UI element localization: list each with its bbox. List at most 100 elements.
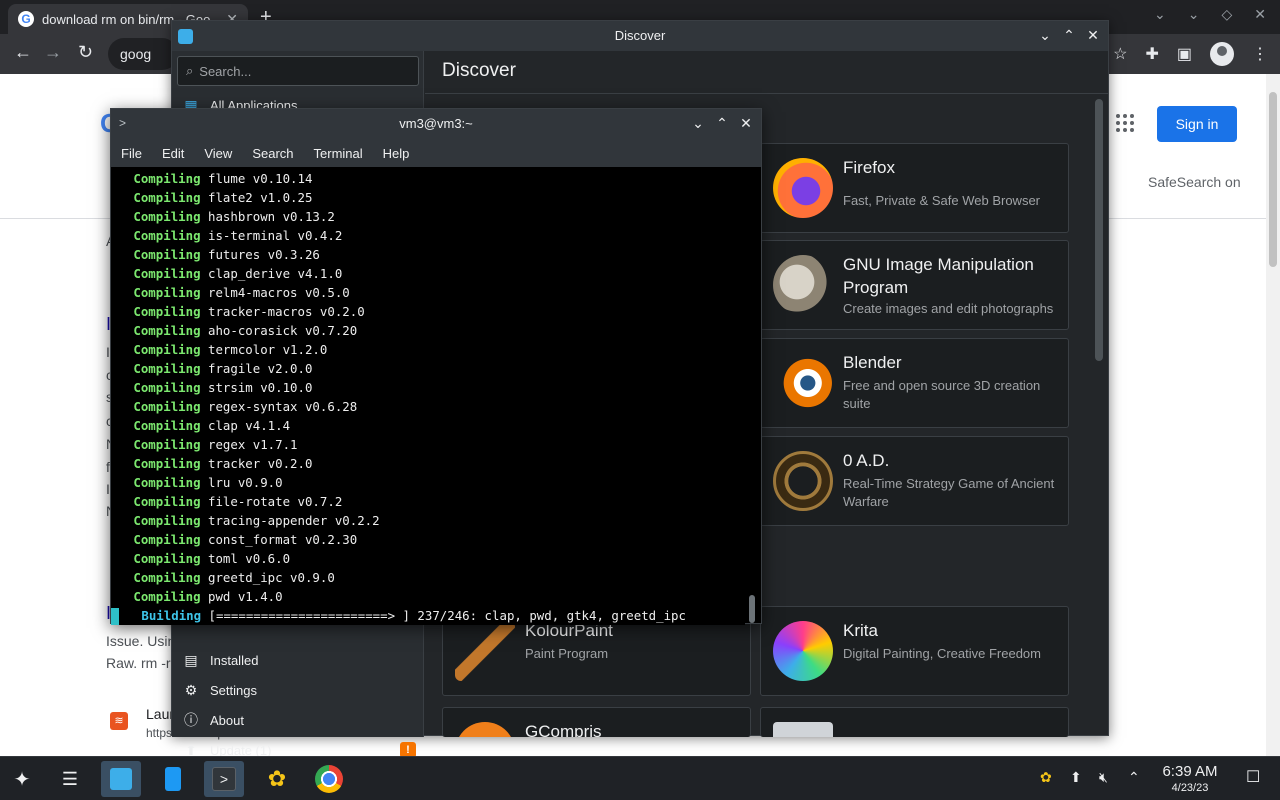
maximize-icon[interactable]: ⌃ bbox=[715, 115, 729, 132]
tray-expand-icon[interactable]: ⌃ bbox=[1128, 769, 1140, 786]
page-scrollbar[interactable] bbox=[1266, 74, 1280, 756]
crate-name: is-terminal v0.4.2 bbox=[208, 228, 343, 243]
google-apps-icon[interactable] bbox=[1116, 114, 1134, 132]
address-text: goog bbox=[120, 46, 152, 62]
app-launcher-button[interactable]: ✦ bbox=[2, 761, 42, 797]
compile-keyword: Compiling bbox=[133, 437, 201, 452]
crate-name: pwd v1.4.0 bbox=[208, 589, 283, 604]
app-card-blender[interactable]: Blender Free and open source 3D creation… bbox=[760, 338, 1069, 428]
header-divider bbox=[425, 93, 1109, 94]
profile-avatar[interactable] bbox=[1210, 42, 1234, 66]
page-scrollbar-thumb[interactable] bbox=[1269, 92, 1277, 267]
terminal-scrollbar[interactable] bbox=[749, 167, 757, 625]
app-card-krita[interactable]: Krita Digital Painting, Creative Freedom bbox=[760, 606, 1069, 696]
app-card-gcompris[interactable]: GCompris bbox=[442, 707, 751, 737]
terminal-line: Compiling const_format v0.2.30 bbox=[111, 530, 745, 549]
sidebar-item-settings[interactable]: ⚙ Settings bbox=[172, 675, 424, 705]
show-desktop-icon[interactable]: ☐ bbox=[1246, 767, 1260, 787]
terminal-menubar: File Edit View Search Terminal Help bbox=[111, 139, 761, 167]
maximize-icon[interactable]: ⌃ bbox=[1062, 27, 1076, 44]
crate-name: futures v0.3.26 bbox=[208, 247, 320, 262]
compile-keyword: Compiling bbox=[133, 532, 201, 547]
terminal-line: Compiling toml v0.6.0 bbox=[111, 549, 745, 568]
taskbar-dolphin[interactable] bbox=[153, 761, 193, 797]
sign-in-button[interactable]: Sign in bbox=[1157, 106, 1237, 142]
compile-keyword: Compiling bbox=[133, 228, 201, 243]
app-name: Blender bbox=[843, 353, 902, 372]
installed-icon: ▤ bbox=[184, 651, 198, 668]
compile-keyword: Compiling bbox=[133, 418, 201, 433]
more-menu-icon[interactable]: ⋮ bbox=[1252, 44, 1268, 64]
menu-help[interactable]: Help bbox=[383, 146, 410, 161]
menu-file[interactable]: File bbox=[121, 146, 142, 161]
discover-search-input[interactable]: ⌕ Search... bbox=[177, 56, 419, 86]
app-card-firefox[interactable]: Firefox Fast, Private & Safe Web Browser bbox=[760, 143, 1069, 233]
menu-search[interactable]: Search bbox=[252, 146, 293, 161]
taskbar-discover[interactable] bbox=[101, 761, 141, 797]
app-card-0ad[interactable]: 0 A.D. Real-Time Strategy Game of Ancien… bbox=[760, 436, 1069, 526]
bookmark-star-icon[interactable]: ☆ bbox=[1113, 44, 1127, 64]
terminal-line: Compiling tracker v0.2.0 bbox=[111, 454, 745, 473]
app-card-gimp[interactable]: GNU Image Manipulation Program Create im… bbox=[760, 240, 1069, 330]
clock-date[interactable]: 4/23/23 bbox=[1150, 782, 1230, 794]
app-icon bbox=[773, 722, 833, 737]
close-icon[interactable]: ✕ bbox=[739, 115, 753, 132]
crate-name: flate2 v1.0.25 bbox=[208, 190, 313, 205]
terminal-line: Compiling termcolor v1.2.0 bbox=[111, 340, 745, 359]
terminal-icon: > bbox=[212, 767, 236, 791]
taskbar-app[interactable]: ✿ bbox=[257, 761, 297, 797]
discover-scrollbar[interactable] bbox=[1095, 99, 1103, 733]
close-icon[interactable]: ✕ bbox=[1086, 27, 1100, 44]
terminal-line: Compiling greetd_ipc v0.9.0 bbox=[111, 568, 745, 587]
address-bar[interactable]: goog bbox=[108, 38, 178, 70]
compile-keyword: Compiling bbox=[133, 361, 201, 376]
clock-time[interactable]: 6:39 AM bbox=[1150, 763, 1230, 780]
close-window-icon[interactable]: ✕ bbox=[1254, 6, 1266, 23]
tray-update-icon[interactable]: ⬆ bbox=[1070, 769, 1082, 786]
terminal-line: Compiling file-rotate v0.7.2 bbox=[111, 492, 745, 511]
menu-view[interactable]: View bbox=[204, 146, 232, 161]
crate-name: tracing-appender v0.2.2 bbox=[208, 513, 380, 528]
forward-icon[interactable]: → bbox=[44, 42, 62, 63]
discover-scrollbar-thumb[interactable] bbox=[1095, 99, 1103, 361]
reload-icon[interactable]: ↻ bbox=[78, 42, 93, 63]
terminal-cursor bbox=[111, 608, 119, 625]
terminal-window-controls: ⌄ ⌃ ✕ bbox=[691, 115, 753, 132]
taskbar-chrome[interactable] bbox=[309, 761, 349, 797]
terminal-line: Compiling hashbrown v0.13.2 bbox=[111, 207, 745, 226]
crate-name: fragile v2.0.0 bbox=[208, 361, 313, 376]
compile-keyword: Compiling bbox=[133, 285, 201, 300]
side-panel-icon[interactable]: ▣ bbox=[1177, 44, 1192, 64]
terminal-titlebar[interactable]: > vm3@vm3:~ ⌄ ⌃ ✕ bbox=[111, 109, 761, 139]
app-name: GCompris bbox=[525, 722, 602, 737]
settings-sliders-icon: ☰ bbox=[61, 768, 79, 789]
restore-icon[interactable]: ◇ bbox=[1221, 6, 1232, 23]
task-switcher-button[interactable]: ☰ bbox=[50, 761, 90, 797]
compile-keyword: Compiling bbox=[133, 247, 201, 262]
tab-search-icon[interactable]: ⌄ bbox=[1154, 6, 1166, 23]
crate-name: file-rotate v0.7.2 bbox=[208, 494, 343, 509]
terminal-line: Compiling regex v1.7.1 bbox=[111, 435, 745, 454]
terminal-scrollbar-thumb[interactable] bbox=[749, 595, 755, 623]
menu-terminal[interactable]: Terminal bbox=[314, 146, 363, 161]
menu-edit[interactable]: Edit bbox=[162, 146, 184, 161]
safesearch-label[interactable]: SafeSearch on bbox=[1148, 174, 1241, 190]
extensions-icon[interactable]: ✚ bbox=[1145, 44, 1158, 64]
volume-muted-icon[interactable]: 🔇︎ bbox=[1099, 769, 1108, 786]
minimize-icon[interactable]: ⌄ bbox=[1188, 6, 1200, 23]
tray-bee-icon[interactable]: ✿ bbox=[1040, 769, 1052, 786]
crate-name: tracker v0.2.0 bbox=[208, 456, 313, 471]
terminal-line: Compiling flume v0.10.14 bbox=[111, 169, 745, 188]
sidebar-item-installed[interactable]: ▤ Installed bbox=[172, 645, 424, 675]
app-card-unknown[interactable] bbox=[760, 707, 1069, 737]
minimize-icon[interactable]: ⌄ bbox=[1038, 27, 1052, 44]
minimize-icon[interactable]: ⌄ bbox=[691, 115, 705, 132]
compile-keyword: Compiling bbox=[133, 342, 201, 357]
compile-keyword: Compiling bbox=[133, 513, 201, 528]
sidebar-item-about[interactable]: ⓘ About bbox=[172, 705, 424, 735]
discover-window-title: Discover bbox=[614, 28, 666, 43]
discover-titlebar[interactable]: Discover ⌄ ⌃ ✕ bbox=[172, 21, 1108, 51]
back-icon[interactable]: ← bbox=[14, 42, 32, 63]
taskbar-terminal[interactable]: > bbox=[204, 761, 244, 797]
terminal-output[interactable]: Compiling flume v0.10.14 Compiling flate… bbox=[111, 167, 745, 625]
